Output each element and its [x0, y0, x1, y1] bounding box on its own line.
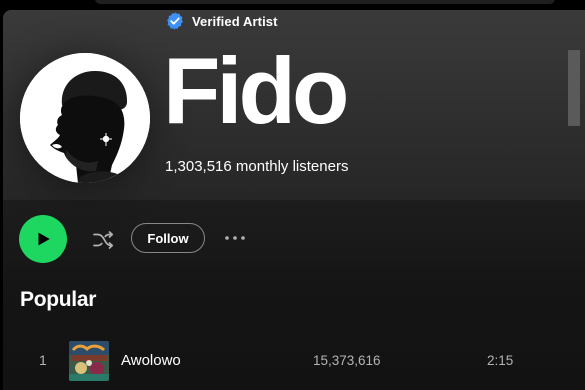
- artist-name: Fido: [163, 38, 349, 143]
- track-cover-art: [69, 341, 109, 381]
- shuffle-button[interactable]: [90, 227, 116, 253]
- artist-portrait-image: [20, 53, 150, 183]
- play-icon: [38, 232, 50, 246]
- track-row[interactable]: 1 Awolowo 15,373,616 2:15: [3, 338, 585, 384]
- track-duration: 2:15: [487, 353, 514, 368]
- track-number: 1: [39, 352, 47, 368]
- album-art-image: [69, 341, 109, 381]
- follow-button[interactable]: Follow: [131, 223, 205, 253]
- popular-section-title: Popular: [20, 288, 97, 311]
- verified-badge-icon: [167, 12, 183, 30]
- top-bar: [0, 0, 585, 10]
- artist-page: Verified Artist Fido 1,303,516 monthly l…: [3, 10, 585, 390]
- play-button[interactable]: [19, 215, 67, 263]
- scrollbar-thumb[interactable]: [568, 50, 580, 126]
- track-play-count: 15,373,616: [313, 353, 381, 368]
- verified-artist-badge: Verified Artist: [165, 11, 278, 31]
- shuffle-icon: [93, 231, 114, 249]
- app-window: Verified Artist Fido 1,303,516 monthly l…: [0, 0, 585, 390]
- more-horizontal-icon: [225, 236, 245, 240]
- monthly-listeners: 1,303,516 monthly listeners: [165, 158, 349, 175]
- artist-avatar: [20, 53, 150, 183]
- track-title: Awolowo: [121, 352, 181, 369]
- more-options-button[interactable]: [222, 228, 248, 248]
- top-search-bar-edge[interactable]: [95, 0, 555, 4]
- verified-artist-label: Verified Artist: [192, 13, 278, 29]
